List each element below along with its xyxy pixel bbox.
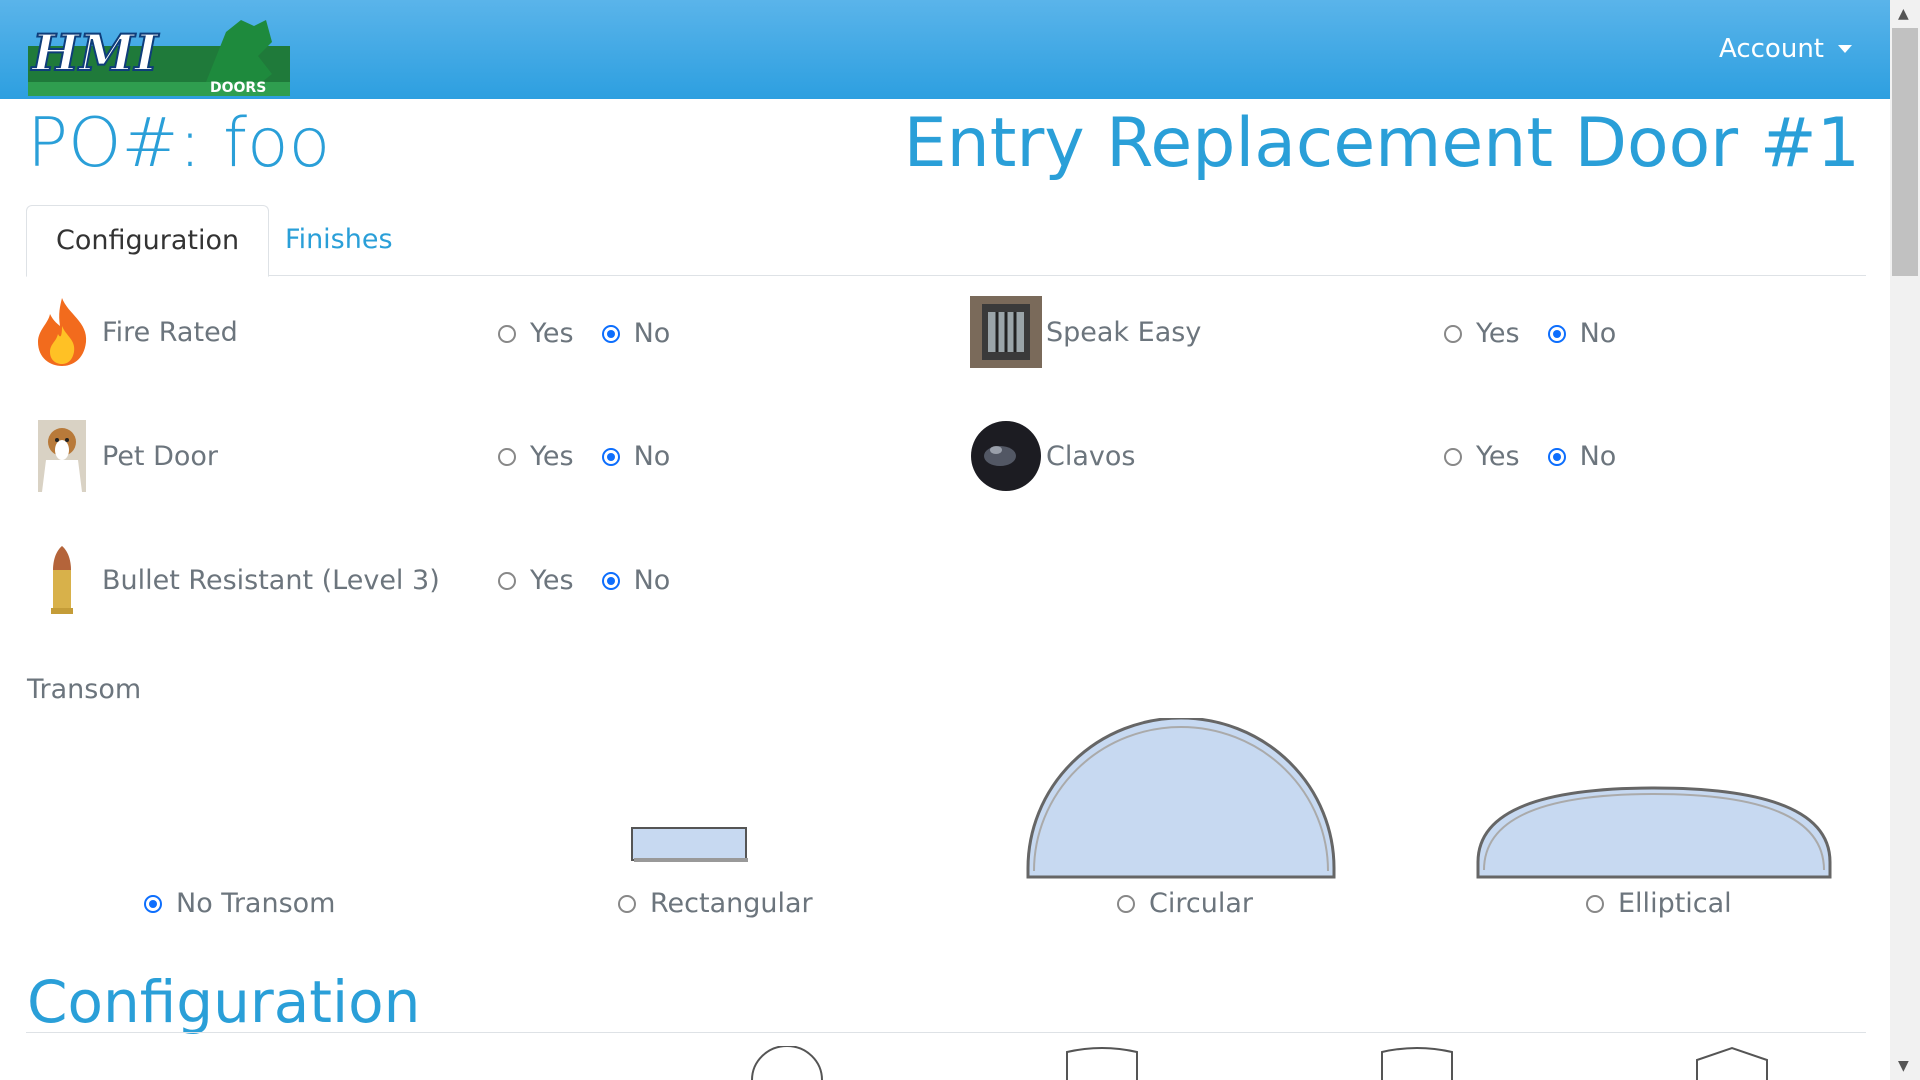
pet-door-no-option[interactable]: No bbox=[601, 441, 671, 472]
tab-finishes[interactable]: Finishes bbox=[256, 205, 422, 275]
option-label: Pet Door bbox=[102, 440, 219, 472]
speak-easy-no-option[interactable]: No bbox=[1547, 318, 1617, 349]
radio-button[interactable] bbox=[498, 324, 516, 343]
speak-easy-radio-group: Yes No bbox=[1444, 318, 1644, 349]
arch-top-door-config-image[interactable] bbox=[1065, 1046, 1139, 1080]
clavo-icon bbox=[970, 420, 1042, 492]
fire-rated-no-option[interactable]: No bbox=[601, 318, 671, 349]
fire-rated-yes-option[interactable]: Yes bbox=[498, 318, 574, 349]
radio-button[interactable] bbox=[618, 894, 636, 913]
transom-rectangular-option[interactable]: Rectangular bbox=[618, 888, 813, 919]
bullet-icon bbox=[26, 544, 98, 616]
option-speak-easy: Speak Easy bbox=[970, 296, 1201, 368]
option-fire-rated: Fire Rated bbox=[26, 296, 238, 368]
scroll-up-arrow-icon[interactable]: ▲ bbox=[1898, 6, 1909, 22]
transom-choice-label: Circular bbox=[1149, 888, 1253, 919]
radio-button[interactable] bbox=[1586, 894, 1604, 913]
radio-label: Yes bbox=[1476, 318, 1520, 349]
svg-text:DOORS: DOORS bbox=[210, 80, 266, 96]
radio-button-selected[interactable] bbox=[601, 571, 620, 590]
divider bbox=[26, 1032, 1866, 1033]
transom-elliptical-option[interactable]: Elliptical bbox=[1586, 888, 1732, 919]
bullet-resistant-yes-option[interactable]: Yes bbox=[498, 565, 574, 596]
po-number-title: PO#: foo bbox=[27, 104, 331, 183]
top-navbar: HMI DOORS Account bbox=[0, 0, 1890, 99]
option-label: Clavos bbox=[1046, 440, 1136, 472]
radio-label: Yes bbox=[1476, 441, 1520, 472]
transom-heading: Transom bbox=[27, 674, 142, 705]
rectangular-transom-image[interactable] bbox=[630, 826, 750, 864]
option-bullet-resistant: Bullet Resistant (Level 3) bbox=[26, 544, 440, 616]
radio-button-selected[interactable] bbox=[1547, 324, 1566, 343]
gothic-top-door-config-image[interactable] bbox=[1695, 1046, 1769, 1080]
clavos-yes-option[interactable]: Yes bbox=[1444, 441, 1520, 472]
circular-transom-image[interactable] bbox=[1025, 718, 1337, 880]
pet-door-radio-group: Yes No bbox=[498, 441, 698, 472]
scrollbar-thumb[interactable] bbox=[1892, 28, 1918, 276]
segment-top-door-config-image[interactable] bbox=[1380, 1046, 1454, 1080]
radio-label: Yes bbox=[530, 441, 574, 472]
radio-button[interactable] bbox=[498, 447, 516, 466]
radio-button[interactable] bbox=[498, 571, 516, 590]
transom-circular-option[interactable]: Circular bbox=[1117, 888, 1253, 919]
hmi-doors-logo[interactable]: HMI DOORS bbox=[26, 12, 292, 98]
radio-label: No bbox=[1579, 441, 1617, 472]
door-title: Entry Replacement Door #1 bbox=[903, 104, 1860, 183]
radio-button-selected[interactable] bbox=[601, 447, 620, 466]
option-label: Speak Easy bbox=[1046, 316, 1202, 348]
speak-easy-yes-option[interactable]: Yes bbox=[1444, 318, 1520, 349]
fire-icon bbox=[26, 296, 98, 368]
clavos-no-option[interactable]: No bbox=[1547, 441, 1617, 472]
account-dropdown[interactable]: Account bbox=[1719, 34, 1852, 64]
transom-choice-label: No Transom bbox=[176, 888, 336, 919]
radio-button[interactable] bbox=[1444, 447, 1462, 466]
clavos-radio-group: Yes No bbox=[1444, 441, 1644, 472]
svg-text:HMI: HMI bbox=[30, 23, 160, 82]
radio-label: No bbox=[1579, 318, 1617, 349]
radio-label: No bbox=[633, 565, 671, 596]
radio-label: No bbox=[633, 441, 671, 472]
account-label: Account bbox=[1719, 34, 1824, 64]
configuration-heading: Configuration bbox=[27, 968, 421, 1036]
chevron-down-icon bbox=[1838, 45, 1852, 53]
option-label: Bullet Resistant (Level 3) bbox=[102, 564, 440, 596]
option-clavos: Clavos bbox=[970, 420, 1135, 492]
transom-no-transom-option[interactable]: No Transom bbox=[144, 888, 335, 919]
radio-label: No bbox=[633, 318, 671, 349]
radio-button[interactable] bbox=[1444, 324, 1462, 343]
radio-button-selected[interactable] bbox=[1547, 447, 1566, 466]
option-label: Fire Rated bbox=[102, 316, 238, 348]
transom-choice-label: Elliptical bbox=[1618, 888, 1732, 919]
radio-label: Yes bbox=[530, 565, 574, 596]
option-pet-door: Pet Door bbox=[26, 420, 218, 492]
radio-button-selected[interactable] bbox=[144, 894, 162, 913]
elliptical-transom-image[interactable] bbox=[1475, 784, 1833, 880]
fire-rated-radio-group: Yes No bbox=[498, 318, 698, 349]
scroll-down-arrow-icon[interactable]: ▼ bbox=[1898, 1058, 1909, 1074]
speak-easy-grille-icon bbox=[970, 296, 1042, 368]
pet-door-yes-option[interactable]: Yes bbox=[498, 441, 574, 472]
radio-label: Yes bbox=[530, 318, 574, 349]
tab-configuration[interactable]: Configuration bbox=[26, 205, 270, 277]
round-top-door-config-image[interactable] bbox=[750, 1046, 824, 1080]
transom-choice-label: Rectangular bbox=[650, 888, 813, 919]
tab-bar: Configuration Finishes bbox=[26, 205, 1866, 277]
radio-button-selected[interactable] bbox=[601, 324, 620, 343]
bullet-resistant-radio-group: Yes No bbox=[498, 565, 698, 596]
bullet-resistant-no-option[interactable]: No bbox=[601, 565, 671, 596]
radio-button[interactable] bbox=[1117, 894, 1135, 913]
dog-icon bbox=[26, 420, 98, 492]
vertical-scrollbar[interactable]: ▲ ▼ bbox=[1890, 0, 1920, 1080]
